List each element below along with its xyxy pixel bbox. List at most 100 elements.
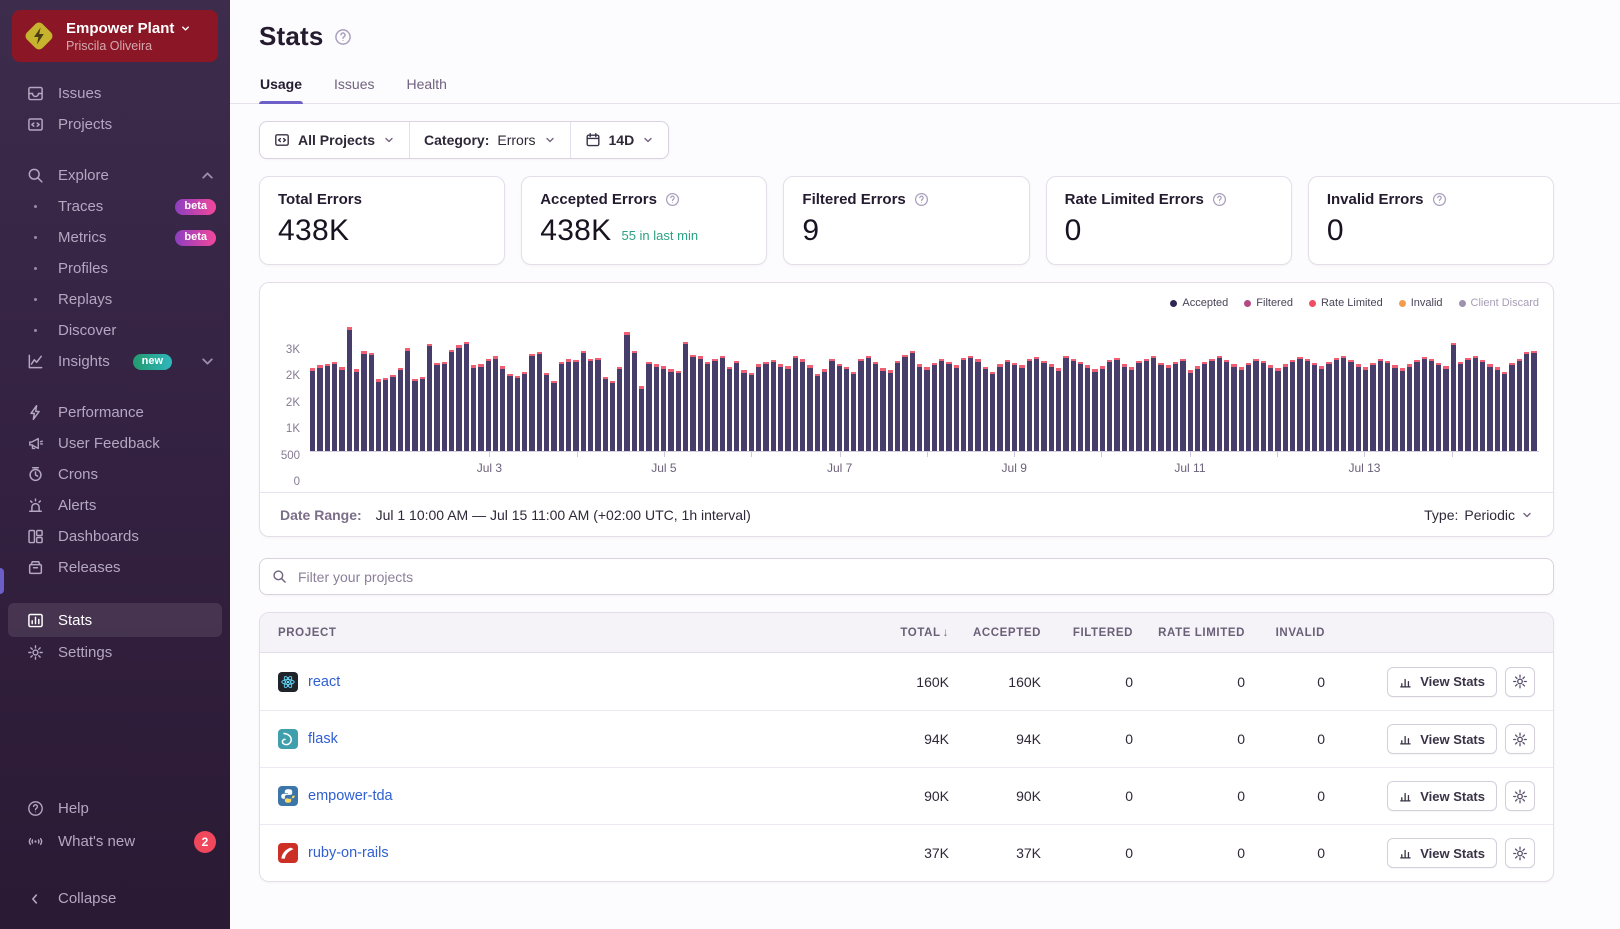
chart-bar[interactable] xyxy=(1523,352,1530,451)
chart-bar[interactable] xyxy=(353,369,360,451)
chart-bar[interactable] xyxy=(456,345,462,451)
chart-bar[interactable] xyxy=(646,361,652,451)
chart-bar[interactable] xyxy=(1370,363,1376,451)
chart-bar[interactable] xyxy=(339,367,345,451)
chart-bar[interactable] xyxy=(1187,370,1193,451)
chart-bar[interactable] xyxy=(1012,363,1018,451)
chart-bar[interactable] xyxy=(902,354,908,451)
chart-bar[interactable] xyxy=(595,357,601,451)
chart-bar[interactable] xyxy=(1026,358,1032,451)
chart-bar[interactable] xyxy=(1260,360,1266,451)
chart-bar[interactable] xyxy=(726,366,733,451)
chart-bar[interactable] xyxy=(836,363,842,451)
chart-bar[interactable] xyxy=(317,365,323,451)
hint-icon[interactable] xyxy=(665,192,680,207)
chart-bar[interactable] xyxy=(310,368,316,451)
sidebar-item-replays[interactable]: Replays xyxy=(0,284,230,315)
chart-bar[interactable] xyxy=(1202,362,1208,451)
chart-bar[interactable] xyxy=(1341,355,1347,451)
chart-bar[interactable] xyxy=(778,364,784,451)
chart-bar[interactable] xyxy=(931,363,937,451)
chart-bar[interactable] xyxy=(1289,359,1296,451)
chart-bar[interactable] xyxy=(851,372,857,451)
chart-bar[interactable] xyxy=(1480,359,1486,451)
chart-bar[interactable] xyxy=(1216,355,1223,451)
date-range-dropdown[interactable]: 14D xyxy=(569,122,669,158)
chart-bar[interactable] xyxy=(1033,356,1040,451)
view-stats-button[interactable]: View Stats xyxy=(1387,724,1497,754)
sidebar-item-projects[interactable]: Projects xyxy=(0,109,230,140)
sidebar-item-performance[interactable]: Performance xyxy=(0,397,230,428)
chart-bar[interactable] xyxy=(1363,367,1369,451)
tab-issues[interactable]: Issues xyxy=(333,76,375,103)
chart-bar[interactable] xyxy=(1465,357,1471,451)
chart-bar[interactable] xyxy=(1421,356,1427,451)
chart-bar[interactable] xyxy=(1311,363,1318,451)
chart-bar[interactable] xyxy=(799,359,806,451)
chart-bar[interactable] xyxy=(1428,358,1435,451)
chart-bar[interactable] xyxy=(712,358,718,451)
chart-bar[interactable] xyxy=(975,359,981,451)
chart-bar[interactable] xyxy=(997,364,1003,451)
chart-bar[interactable] xyxy=(719,355,725,451)
chart-bar[interactable] xyxy=(522,372,528,451)
chart-bar[interactable] xyxy=(580,350,586,451)
chart-bar[interactable] xyxy=(565,359,572,451)
hint-icon[interactable] xyxy=(1212,192,1227,207)
chart-bar[interactable] xyxy=(960,357,967,451)
chart-bar[interactable] xyxy=(1377,358,1383,451)
chart-bar[interactable] xyxy=(756,364,762,451)
chart-bar[interactable] xyxy=(1509,363,1515,451)
chart-bar[interactable] xyxy=(1319,366,1325,451)
chart-bar[interactable] xyxy=(982,366,989,451)
chart-bar[interactable] xyxy=(1355,364,1361,451)
chart-bar[interactable] xyxy=(821,369,828,451)
chart-bar[interactable] xyxy=(397,367,404,451)
chart-bar[interactable] xyxy=(324,363,330,451)
chart-bar[interactable] xyxy=(1348,359,1354,451)
chart-bar[interactable] xyxy=(1172,362,1179,451)
chart-bar[interactable] xyxy=(602,376,608,451)
chart-bar[interactable] xyxy=(946,361,952,451)
chart-bar[interactable] xyxy=(1326,362,1332,451)
chart-bar[interactable] xyxy=(500,366,506,451)
legend-item-accepted[interactable]: Accepted xyxy=(1170,297,1228,309)
project-link[interactable]: ruby-on-rails xyxy=(308,845,389,861)
page-help-icon[interactable] xyxy=(334,28,352,46)
chart-bar[interactable] xyxy=(631,350,638,451)
chart-bar[interactable] xyxy=(1392,365,1398,451)
chart-bar[interactable] xyxy=(485,358,491,451)
chart-bar[interactable] xyxy=(697,356,703,451)
tab-health[interactable]: Health xyxy=(406,76,448,103)
sidebar-item-stats[interactable]: Stats xyxy=(8,603,222,637)
chart-bar[interactable] xyxy=(829,358,835,451)
project-link[interactable]: empower-tda xyxy=(308,788,393,804)
project-link[interactable]: react xyxy=(308,674,340,690)
chart-bar[interactable] xyxy=(346,327,352,451)
chart-bar[interactable] xyxy=(1092,369,1098,451)
chart-bar[interactable] xyxy=(536,352,542,451)
chart-bar[interactable] xyxy=(924,367,930,451)
chart-bar[interactable] xyxy=(383,377,389,451)
chart-bar[interactable] xyxy=(478,364,484,451)
project-settings-button[interactable] xyxy=(1505,724,1535,754)
chart-bar[interactable] xyxy=(427,344,433,451)
chart-bar[interactable] xyxy=(880,368,886,451)
hint-icon[interactable] xyxy=(914,192,929,207)
chart-bar[interactable] xyxy=(873,361,879,451)
chart-bar[interactable] xyxy=(887,370,893,451)
chart-bar[interactable] xyxy=(1063,355,1069,451)
view-stats-button[interactable]: View Stats xyxy=(1387,781,1497,811)
chart-bar[interactable] xyxy=(1531,350,1537,451)
chart-bar[interactable] xyxy=(1450,342,1457,451)
chart-bar[interactable] xyxy=(1414,359,1420,451)
chart-bar[interactable] xyxy=(361,351,367,451)
legend-item-rate-limited[interactable]: Rate Limited xyxy=(1308,297,1383,309)
sidebar-item-insights[interactable]: Insights new xyxy=(0,346,230,377)
sidebar-item-crons[interactable]: Crons xyxy=(0,459,230,490)
chart-bar[interactable] xyxy=(1443,366,1449,451)
sidebar-item-help[interactable]: Help xyxy=(0,792,230,825)
chart-bar[interactable] xyxy=(1041,360,1047,451)
chart-bar[interactable] xyxy=(1267,365,1274,451)
usage-bar-chart[interactable] xyxy=(310,319,1539,451)
